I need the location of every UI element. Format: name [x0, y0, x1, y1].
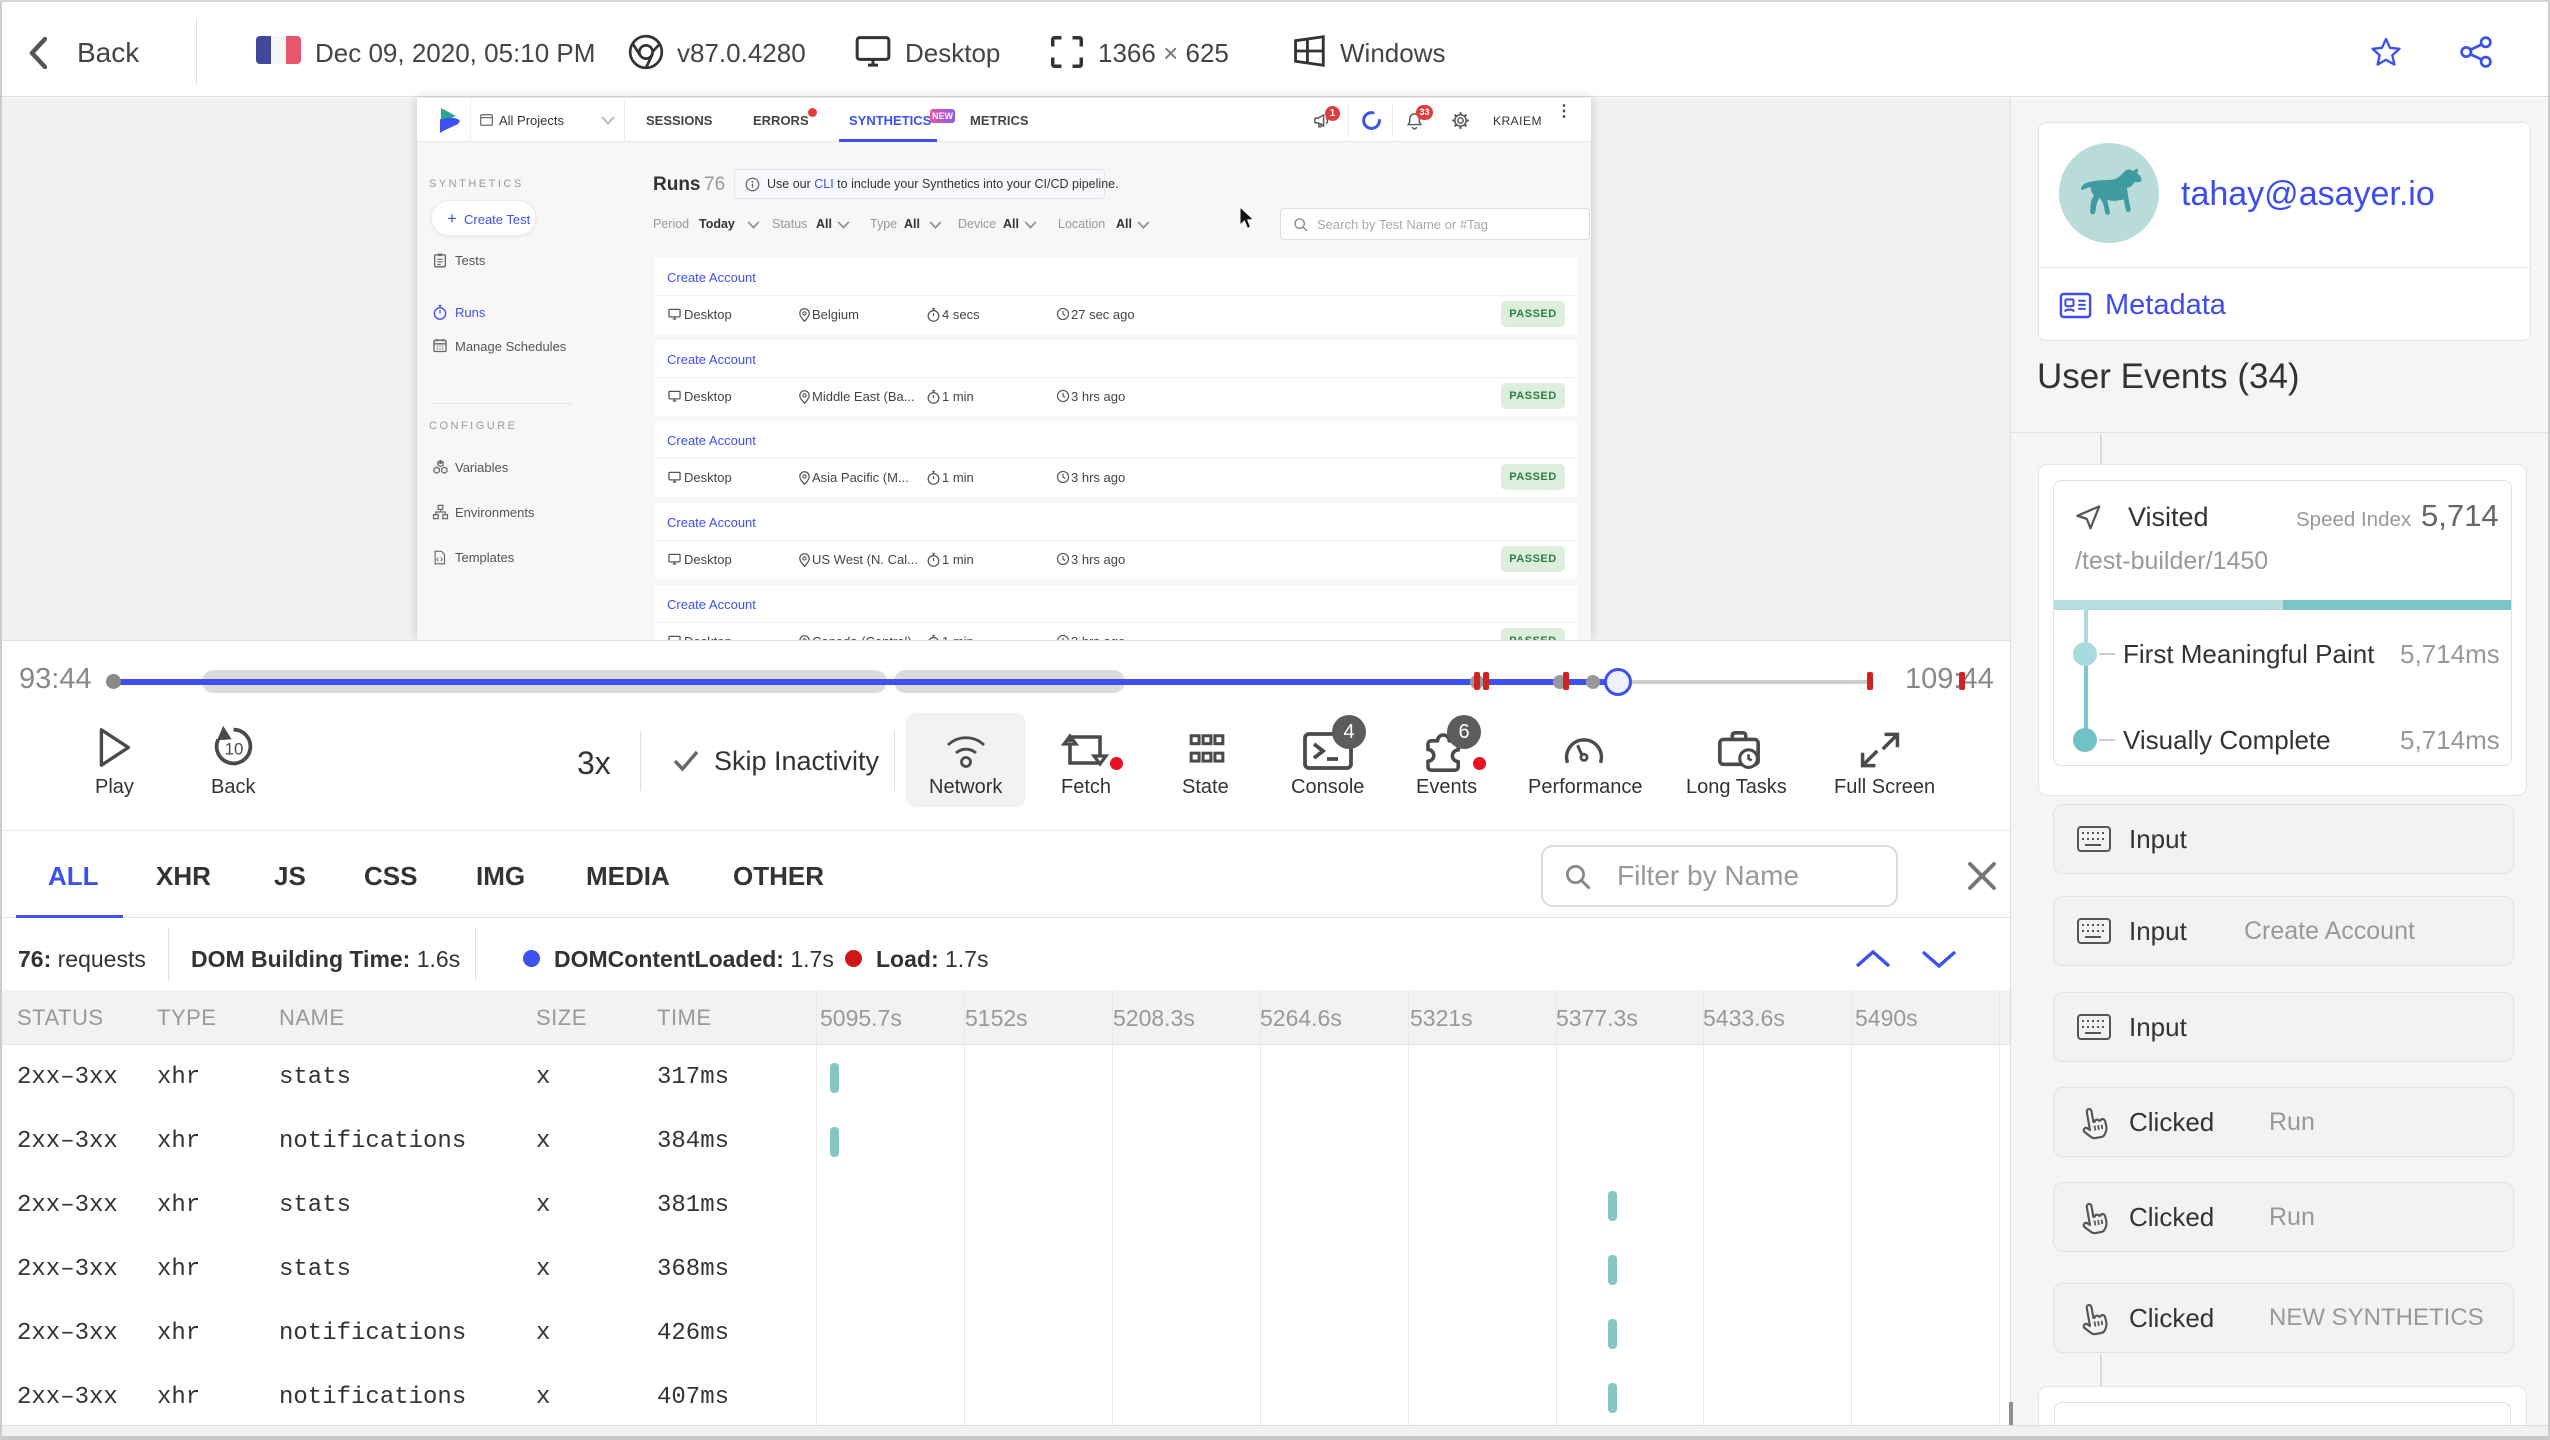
svg-text:10: 10	[225, 740, 244, 759]
